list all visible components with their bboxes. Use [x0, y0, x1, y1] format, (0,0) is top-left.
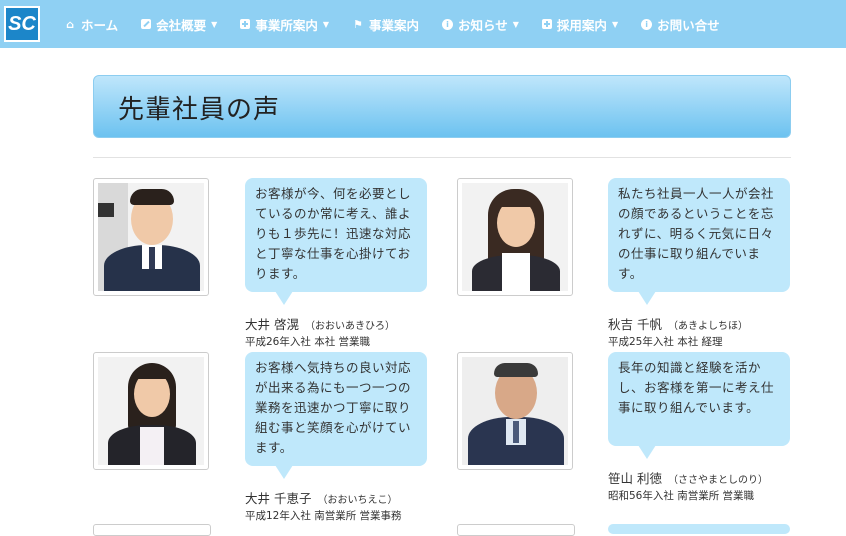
- nav-label: お知らせ: [458, 17, 508, 33]
- employee-name-kana: （おおいあきひろ）: [304, 321, 395, 332]
- top-nav-bar: SC ⌂ ホーム 会社概要 ▼ 事業所案内 ▼ ⚑ 事業案内 i お知らせ ▼ …: [0, 0, 846, 48]
- flag-icon: ⚑: [353, 17, 363, 31]
- employee-photo-image: [98, 183, 204, 291]
- edit-icon: [141, 19, 152, 29]
- caret-down-icon: ▼: [611, 19, 619, 29]
- page-title: 先輩社員の声: [118, 95, 281, 125]
- nav-item-home[interactable]: ⌂ ホーム: [56, 0, 126, 48]
- nav-item-offices[interactable]: 事業所案内 ▼: [232, 0, 337, 48]
- employee-photo: [93, 178, 209, 296]
- caret-down-icon: ▼: [322, 19, 329, 29]
- employee-message: お客様へ気持ちの良い対応が出来る為にも一つ一つの業務を迅速かつ丁寧に取り組む事と…: [255, 360, 412, 455]
- nav-label: 会社概要: [156, 17, 207, 33]
- employee-message: お客様が今、何を必要としているのか常に考え、誰よりも１歩先に！迅速な対応と丁寧な…: [255, 186, 412, 281]
- employee-name-text: 大井 啓滉: [245, 317, 299, 332]
- employee-message-bubble: 長年の知識と経験を活かし、お客様を第一に考え仕事に取り組んでいます。: [608, 352, 790, 459]
- employee-name-text: 秋吉 千帆: [608, 317, 662, 332]
- employee-photo-image: [98, 357, 204, 465]
- nav-item-business[interactable]: ⚑ 事業案内: [344, 0, 427, 48]
- caret-down-icon: ▼: [211, 19, 218, 29]
- info-circle-icon: i: [641, 18, 653, 30]
- employee-info: 平成26年入社 本社 営業職: [245, 336, 371, 348]
- nav-item-news[interactable]: i お知らせ ▼: [434, 0, 527, 48]
- employee-name-text: 笹山 利徳: [608, 471, 662, 486]
- employee-name-text: 大井 千恵子: [245, 491, 312, 506]
- employee-name: 秋吉 千帆 （あきよしちほ）: [608, 314, 748, 333]
- employee-message: 私たち社員一人一人が会社の顔であるということを忘れずに、明るく元気に日々の仕事に…: [618, 186, 775, 281]
- employee-info: 平成25年入社 本社 経理: [608, 336, 723, 348]
- nav-item-company[interactable]: 会社概要 ▼: [133, 0, 225, 48]
- employee-message-bubble: 私たち社員一人一人が会社の顔であるということを忘れずに、明るく元気に日々の仕事に…: [608, 178, 790, 305]
- employee-photo-partial: [93, 524, 211, 536]
- employee-photo: [457, 352, 573, 470]
- plus-square-icon: [541, 19, 552, 29]
- employee-message-bubble-partial: [608, 524, 790, 534]
- employee-message-bubble: お客様が今、何を必要としているのか常に考え、誰よりも１歩先に！迅速な対応と丁寧な…: [245, 178, 427, 305]
- employee-message-bubble: お客様へ気持ちの良い対応が出来る為にも一つ一つの業務を迅速かつ丁寧に取り組む事と…: [245, 352, 427, 479]
- caret-down-icon: ▼: [512, 19, 519, 29]
- nav-label: 事業案内: [368, 17, 419, 33]
- employee-name-kana: （ささやまとしのり）: [667, 475, 768, 486]
- divider: [93, 157, 791, 158]
- nav-label: 事業所案内: [255, 17, 318, 33]
- nav-label: 採用案内: [556, 17, 607, 33]
- employee-photo: [93, 352, 209, 470]
- employee-photo: [457, 178, 573, 296]
- employee-name: 笹山 利徳 （ささやまとしのり）: [608, 468, 768, 487]
- employee-name-kana: （あきよしちほ）: [667, 321, 748, 332]
- company-logo[interactable]: SC: [4, 6, 40, 42]
- nav-item-contact[interactable]: i お問い合せ: [633, 0, 728, 48]
- home-icon: ⌂: [66, 17, 74, 31]
- employee-name-kana: （おおいちえこ）: [317, 495, 398, 506]
- plus-square-icon: [240, 19, 251, 29]
- nav-item-recruit[interactable]: 採用案内 ▼: [534, 0, 626, 48]
- nav-label: お問い合せ: [657, 17, 720, 33]
- employee-photo-image: [462, 183, 568, 291]
- employee-photo-image: [462, 357, 568, 465]
- page-heading-banner: 先輩社員の声: [93, 75, 791, 138]
- employee-info: 平成12年入社 南営業所 営業事務: [245, 510, 402, 522]
- nav-label: ホーム: [81, 17, 119, 33]
- employee-info: 昭和56年入社 南営業所 営業職: [608, 490, 755, 502]
- employee-photo-partial: [457, 524, 575, 536]
- employee-message: 長年の知識と経験を活かし、お客様を第一に考え仕事に取り組んでいます。: [618, 360, 775, 415]
- employee-name: 大井 千恵子 （おおいちえこ）: [245, 488, 397, 507]
- employee-name: 大井 啓滉 （おおいあきひろ）: [245, 314, 395, 333]
- info-circle-icon: i: [442, 18, 453, 30]
- nav-menu: ⌂ ホーム 会社概要 ▼ 事業所案内 ▼ ⚑ 事業案内 i お知らせ ▼ 採用案…: [56, 0, 735, 48]
